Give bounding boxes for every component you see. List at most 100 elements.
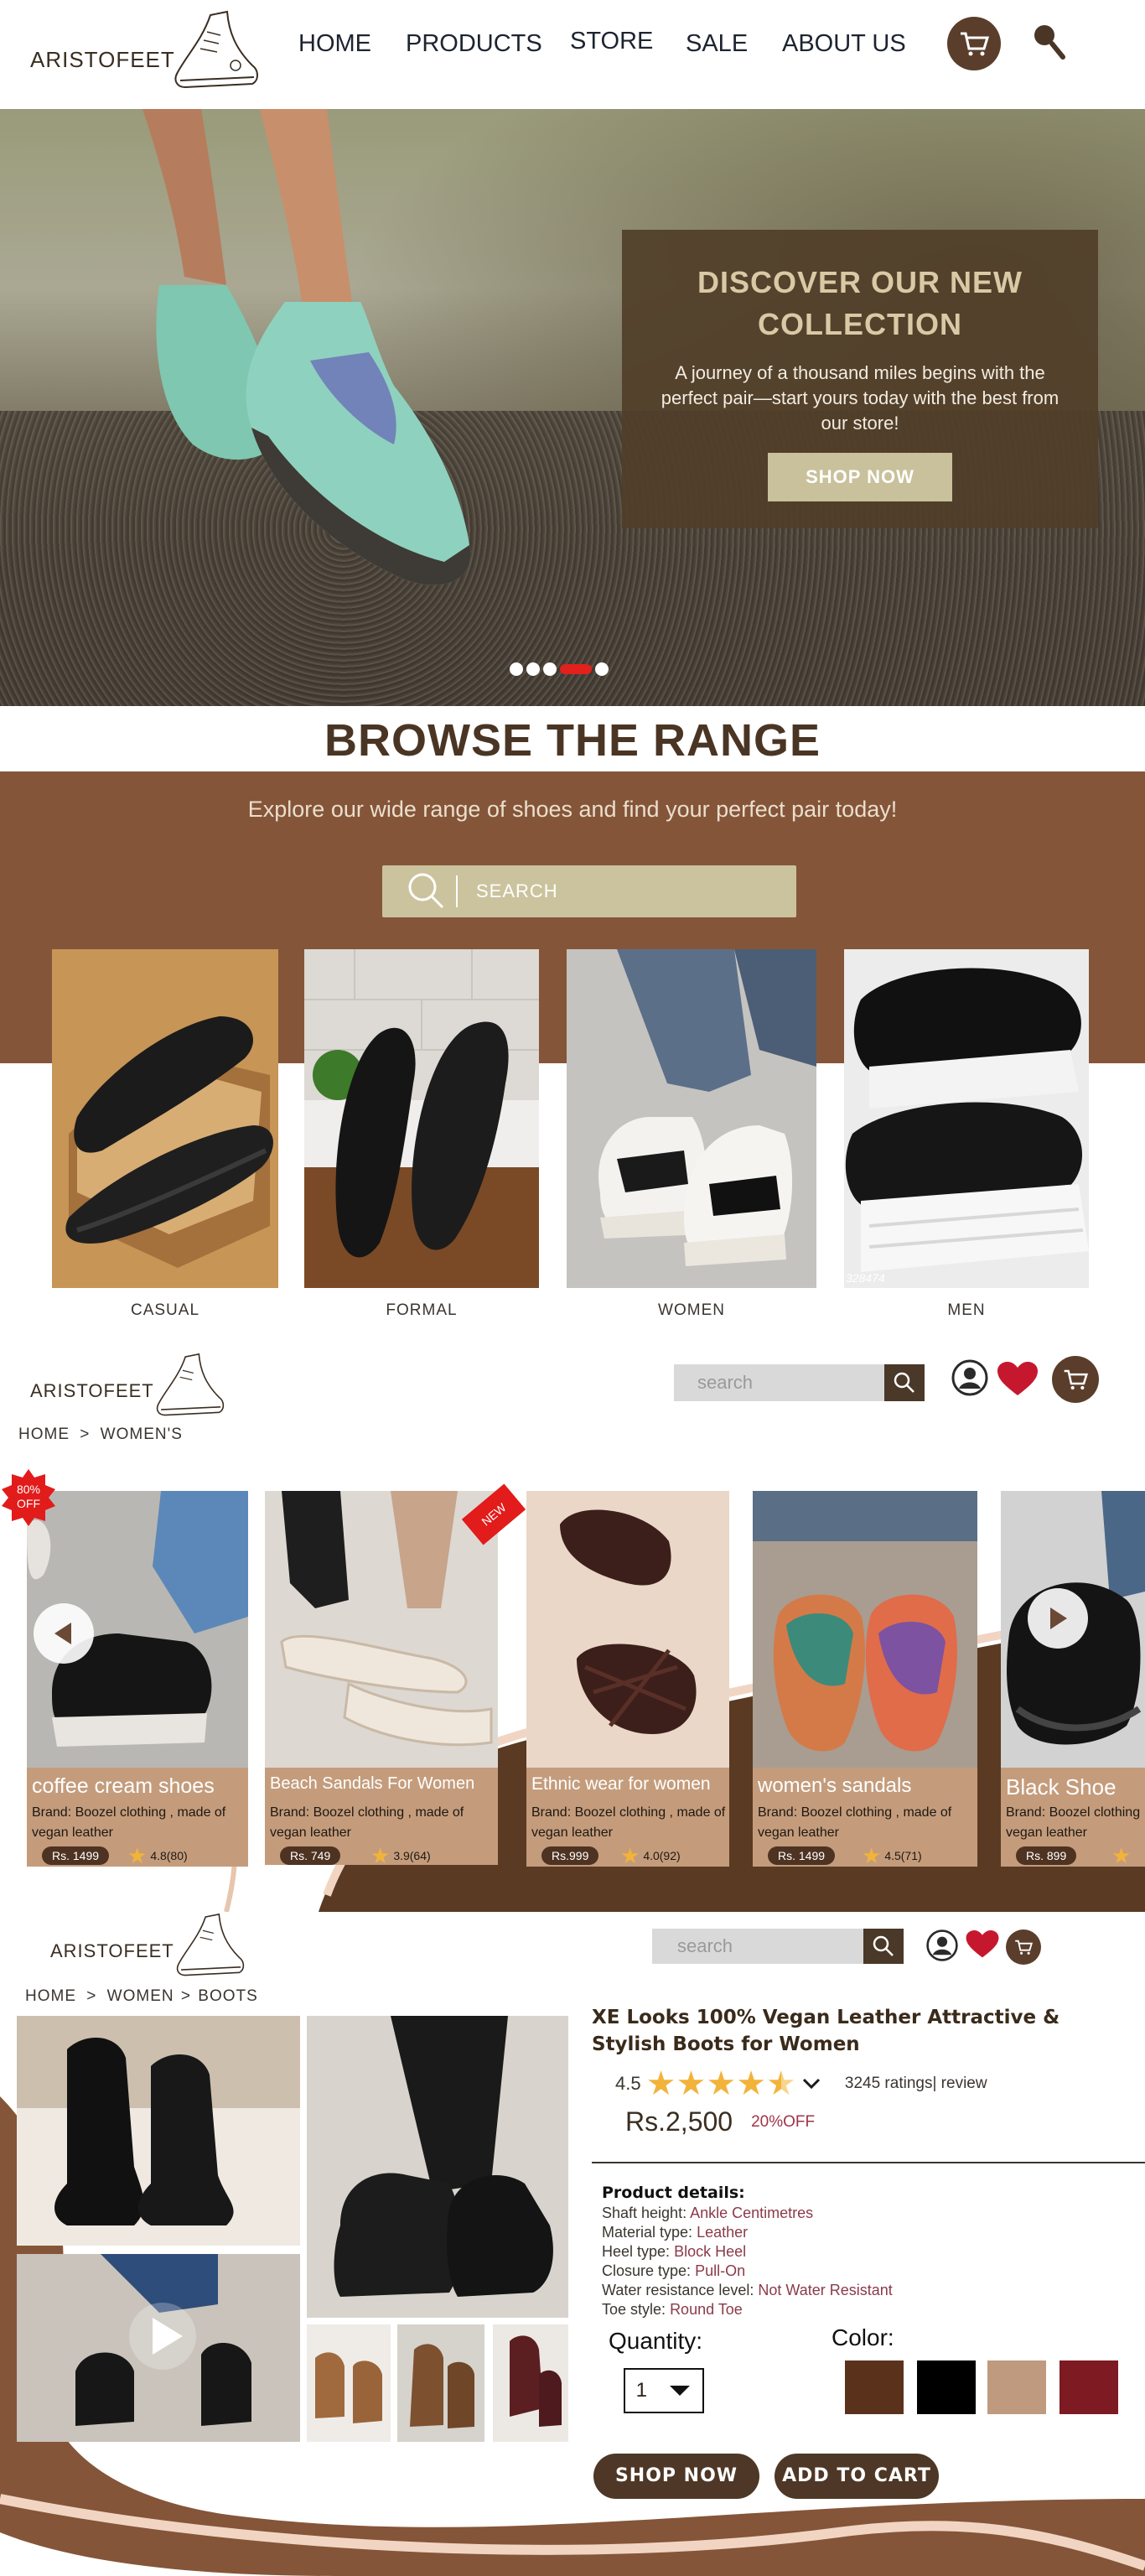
listing-logo[interactable]: ARISTOFEET xyxy=(30,1350,230,1420)
listing-search-button[interactable] xyxy=(884,1364,925,1401)
product-image xyxy=(265,1491,498,1768)
wishlist-heart-icon[interactable] xyxy=(966,1930,999,1959)
listing-search-input[interactable]: search xyxy=(674,1364,892,1401)
gallery-main-image[interactable] xyxy=(17,2016,300,2246)
product-card[interactable]: Ethnic wear for women Brand: Boozel clot… xyxy=(526,1491,729,1867)
rating-value: 4.0(92) xyxy=(643,1849,681,1862)
star-icon: ★ xyxy=(127,1843,148,1867)
play-icon[interactable] xyxy=(127,2301,198,2371)
carousel-dot-active[interactable] xyxy=(560,664,592,674)
breadcrumb-women[interactable]: WOMEN xyxy=(107,1987,174,2005)
product-price: Rs.999 xyxy=(541,1846,599,1865)
logo-text: ARISTOFEET xyxy=(50,1940,174,1961)
category-formal-image[interactable] xyxy=(304,949,539,1288)
women-shoes-image xyxy=(567,949,816,1288)
category-label-women[interactable]: WOMEN xyxy=(567,1301,816,1320)
shop-now-button[interactable]: SHOP NOW xyxy=(593,2454,759,2499)
breadcrumb-boots[interactable]: BOOTS xyxy=(198,1987,258,2005)
category-label-formal[interactable]: FORMAL xyxy=(304,1301,539,1320)
detail-value: Leather xyxy=(697,2224,749,2241)
half-star-icon: ★ xyxy=(766,2064,796,2103)
sneaker-logo-icon xyxy=(156,1353,224,1416)
search-icon[interactable] xyxy=(1031,22,1068,62)
browse-search-bar[interactable]: SEARCH xyxy=(382,865,796,917)
product-rating: ★ 4.0(92) xyxy=(620,1845,681,1867)
breadcrumb-womens[interactable]: WOMEN'S xyxy=(101,1426,183,1443)
breadcrumb-home[interactable]: HOME xyxy=(25,1987,76,2005)
brown-boots-image xyxy=(397,2324,484,2442)
detail-value: Block Heel xyxy=(674,2243,747,2260)
nav-sale[interactable]: SALE xyxy=(686,30,748,58)
detail-label: Shaft height: xyxy=(602,2205,687,2221)
arrow-right-icon xyxy=(1050,1607,1067,1629)
user-account-icon[interactable] xyxy=(951,1358,989,1397)
quantity-select[interactable]: 1 xyxy=(624,2368,704,2413)
category-casual-image[interactable] xyxy=(52,949,278,1288)
product-name[interactable]: women's sandals xyxy=(758,1774,911,1798)
category-label-casual[interactable]: CASUAL xyxy=(52,1301,278,1320)
brown-boots-image xyxy=(307,2324,391,2442)
color-swatch-brown[interactable] xyxy=(845,2360,904,2414)
product-name[interactable]: Ethnic wear for women xyxy=(531,1774,711,1794)
color-swatch-tan[interactable] xyxy=(987,2360,1046,2414)
category-men-image[interactable]: 328474 xyxy=(844,949,1089,1288)
product-name[interactable]: coffee cream shoes xyxy=(32,1774,215,1799)
rating-count[interactable]: 3245 ratings| review xyxy=(845,2075,987,2093)
carousel-dot[interactable] xyxy=(510,662,523,676)
nav-home[interactable]: HOME xyxy=(298,30,371,58)
nav-about-us[interactable]: ABOUT US xyxy=(782,30,906,58)
detail-material: Material type: Leather xyxy=(602,2223,893,2242)
detail-search-input[interactable]: search xyxy=(652,1929,870,1964)
detail-logo[interactable]: ARISTOFEET xyxy=(50,1910,250,1981)
logo-text: ARISTOFEET xyxy=(30,46,175,72)
detail-label: Water resistance level: xyxy=(602,2282,754,2298)
carousel-prev-button[interactable] xyxy=(34,1603,94,1664)
nav-store[interactable]: STORE xyxy=(570,28,653,55)
hero-title-line2: COLLECTION xyxy=(758,307,962,341)
divider xyxy=(592,2162,1145,2163)
product-description: Brand: Boozel clothing , made of vegan l… xyxy=(32,1805,226,1840)
hero-shop-now-button[interactable]: SHOP NOW xyxy=(768,453,952,501)
color-swatch-black[interactable] xyxy=(917,2360,976,2414)
detail-search-button[interactable] xyxy=(863,1929,904,1964)
detail-cart-button[interactable] xyxy=(1006,1929,1041,1965)
carousel-next-button[interactable] xyxy=(1028,1588,1088,1649)
caret-down-icon xyxy=(670,2386,691,2396)
product-description: Brand: Boozel clothing , made of vegan l… xyxy=(758,1805,952,1840)
gallery-thumb-1[interactable] xyxy=(307,2324,391,2442)
product-card[interactable]: Black Shoe Brand: Boozel clothing , made… xyxy=(1001,1491,1145,1867)
gallery-video-thumbnail[interactable] xyxy=(17,2254,300,2442)
detail-breadcrumb: HOME > WOMEN > BOOTS xyxy=(25,1987,258,2006)
product-price: Rs. 749 xyxy=(280,1846,341,1865)
carousel-dot[interactable] xyxy=(595,662,609,676)
brand-logo[interactable]: ARISTOFEET xyxy=(30,7,262,94)
category-women-image[interactable] xyxy=(567,949,816,1288)
star-icon: ★ xyxy=(1111,1843,1132,1867)
boots-image xyxy=(17,2016,300,2246)
chevron-down-icon[interactable] xyxy=(801,2077,821,2090)
color-swatch-burgundy[interactable] xyxy=(1060,2360,1118,2414)
breadcrumb-home[interactable]: HOME xyxy=(18,1426,70,1443)
product-rating: ★ 4.5(71) xyxy=(862,1845,922,1867)
gallery-image-2[interactable] xyxy=(307,2016,568,2318)
product-name[interactable]: Black Shoe xyxy=(1006,1774,1117,1800)
search-icon xyxy=(873,1935,894,1956)
user-account-icon[interactable] xyxy=(925,1929,959,1962)
wishlist-heart-icon[interactable] xyxy=(997,1362,1038,1397)
gallery-thumb-3[interactable] xyxy=(493,2324,568,2442)
product-card[interactable]: Beach Sandals For Women Brand: Boozel cl… xyxy=(265,1491,498,1867)
nav-products[interactable]: PRODUCTS xyxy=(406,30,542,58)
listing-cart-button[interactable] xyxy=(1052,1356,1099,1403)
carousel-dot[interactable] xyxy=(543,662,557,676)
listing-breadcrumb: HOME > WOMEN'S xyxy=(18,1426,183,1444)
product-card[interactable]: women's sandals Brand: Boozel clothing ,… xyxy=(753,1491,977,1867)
add-to-cart-button[interactable]: ADD TO CART xyxy=(775,2454,939,2499)
cart-button[interactable] xyxy=(947,17,1001,70)
star-icon: ★ xyxy=(370,1843,391,1867)
gallery-thumb-2[interactable] xyxy=(397,2324,484,2442)
product-name[interactable]: Beach Sandals For Women xyxy=(270,1774,474,1794)
product-card[interactable]: coffee cream shoes Brand: Boozel clothin… xyxy=(27,1491,248,1867)
carousel-dot[interactable] xyxy=(526,662,540,676)
category-label-men[interactable]: MEN xyxy=(844,1301,1089,1320)
detail-label: Heel type: xyxy=(602,2243,671,2260)
